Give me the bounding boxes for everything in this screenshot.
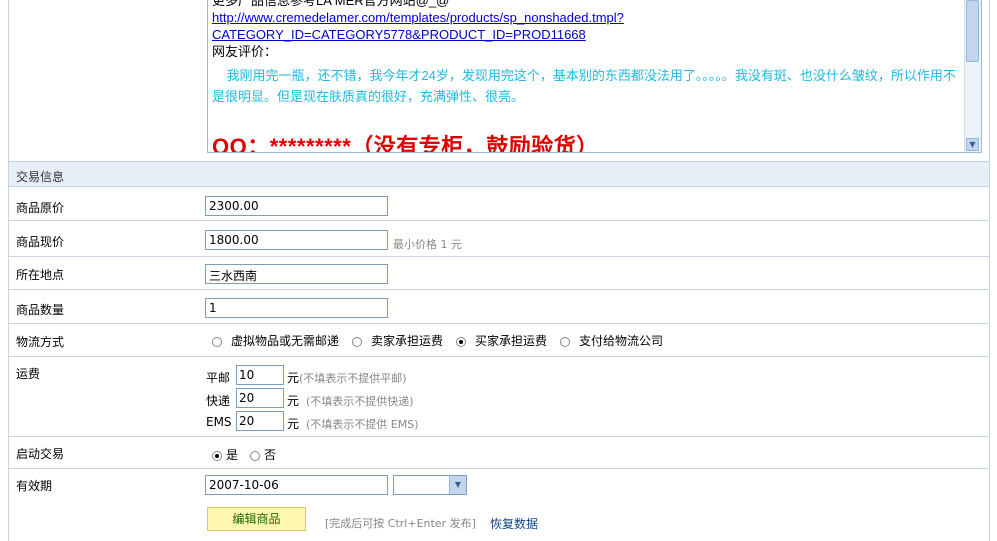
min-price-hint: 最小价格 1 元 bbox=[393, 238, 462, 251]
restore-data-link[interactable]: 恢复数据 bbox=[490, 515, 538, 532]
current-price-label: 商品现价 bbox=[16, 235, 65, 249]
location-input[interactable]: 三水西南 bbox=[205, 264, 388, 284]
description-editor[interactable]: 更多产品信息参考LA MER官方网站@_@ http://www.cremede… bbox=[207, 0, 982, 153]
row-current-price: 商品现价 1800.00 最小价格 1 元 bbox=[9, 221, 989, 257]
radio-icon[interactable] bbox=[212, 336, 222, 347]
radio-icon[interactable] bbox=[352, 336, 362, 347]
row-expiry: 有效期 2007-10-06 ▼ bbox=[9, 469, 989, 505]
editor-scrollbar[interactable]: ▼ bbox=[964, 0, 981, 152]
scroll-down-icon[interactable]: ▼ bbox=[966, 138, 979, 151]
shipping-fee-label: 运费 bbox=[16, 367, 41, 381]
ems-label: EMS bbox=[206, 415, 232, 429]
chevron-down-icon[interactable]: ▼ bbox=[449, 476, 466, 494]
product-link-line2[interactable]: CATEGORY_ID=CATEGORY5778&PRODUCT_ID=PROD… bbox=[212, 27, 586, 42]
expiry-date-input[interactable]: 2007-10-06 bbox=[205, 475, 388, 495]
location-label: 所在地点 bbox=[16, 268, 65, 282]
review-label: 网友评价： bbox=[212, 44, 278, 59]
edit-product-button[interactable]: 编辑商品 bbox=[207, 507, 306, 531]
radio-selected-icon[interactable] bbox=[212, 450, 222, 461]
section-header: 交易信息 bbox=[9, 161, 989, 187]
ems-unit: 元 bbox=[287, 417, 300, 431]
row-location: 所在地点 三水西南 bbox=[9, 257, 989, 290]
normal-mail-hint: (不填表示不提供平邮) bbox=[299, 372, 407, 385]
express-hint: (不填表示不提供快递) bbox=[306, 395, 414, 408]
row-shipping-fee: 运费 平邮 10 元 (不填表示不提供平邮) 快递 20 元 (不填表示不提供快… bbox=[9, 357, 989, 437]
normal-mail-fee-input[interactable]: 10 bbox=[236, 365, 284, 385]
product-link-line1[interactable]: http://www.cremedelamer.com/templates/pr… bbox=[212, 10, 624, 25]
current-price-input[interactable]: 1800.00 bbox=[205, 230, 388, 250]
expiry-select[interactable]: ▼ bbox=[393, 475, 467, 495]
quantity-label: 商品数量 bbox=[16, 303, 65, 317]
express-fee-input[interactable]: 20 bbox=[236, 388, 284, 408]
express-unit: 元 bbox=[287, 394, 300, 408]
row-quantity: 商品数量 1 bbox=[9, 290, 989, 324]
shipping-option-virtual[interactable]: 虚拟物品或无需邮递 bbox=[212, 332, 339, 349]
scrollbar-thumb[interactable] bbox=[966, 0, 979, 62]
shipping-option-seller[interactable]: 卖家承担运费 bbox=[352, 332, 443, 349]
ems-fee-input[interactable]: 20 bbox=[236, 411, 284, 431]
trade-form: 更多产品信息参考LA MER官方网站@_@ http://www.cremede… bbox=[8, 0, 990, 541]
row-start-trade: 启动交易 是 否 bbox=[9, 437, 989, 469]
section-title: 交易信息 bbox=[16, 170, 65, 184]
shipping-method-label: 物流方式 bbox=[16, 335, 65, 349]
start-trade-no[interactable]: 否 bbox=[250, 446, 276, 463]
radio-selected-icon[interactable] bbox=[456, 336, 466, 347]
radio-icon[interactable] bbox=[250, 450, 260, 461]
review-text: 我刚用完一瓶，还不错，我今年才24岁，发现用完这个，基本别的东西都没法用了。。。… bbox=[212, 68, 956, 104]
express-label: 快递 bbox=[206, 394, 231, 408]
quantity-input[interactable]: 1 bbox=[205, 298, 388, 318]
ems-hint: (不填表示不提供 EMS) bbox=[306, 418, 419, 431]
radio-icon[interactable] bbox=[560, 336, 570, 347]
normal-mail-unit: 元 bbox=[287, 371, 300, 385]
qq-text: QQ：*********（没有专柜，鼓励验货） bbox=[212, 134, 599, 153]
publish-hint: [完成后可按 Ctrl+Enter 发布] bbox=[325, 517, 476, 530]
original-price-label: 商品原价 bbox=[16, 201, 65, 215]
start-trade-label: 启动交易 bbox=[16, 447, 65, 461]
editor-content: 更多产品信息参考LA MER官方网站@_@ http://www.cremede… bbox=[212, 0, 957, 153]
start-trade-yes[interactable]: 是 bbox=[212, 446, 238, 463]
shipping-option-logistics[interactable]: 支付给物流公司 bbox=[560, 332, 663, 349]
normal-mail-label: 平邮 bbox=[206, 371, 231, 385]
original-price-input[interactable]: 2300.00 bbox=[205, 196, 388, 216]
editor-top-line: 更多产品信息参考LA MER官方网站@_@ bbox=[212, 0, 450, 8]
expiry-label: 有效期 bbox=[16, 479, 53, 493]
row-shipping-method: 物流方式 虚拟物品或无需邮递 卖家承担运费 买家承担运费 支付给物流公司 bbox=[9, 324, 989, 357]
row-original-price: 商品原价 2300.00 bbox=[9, 187, 989, 221]
editor-row: 更多产品信息参考LA MER官方网站@_@ http://www.cremede… bbox=[9, 0, 989, 160]
shipping-option-buyer[interactable]: 买家承担运费 bbox=[456, 332, 547, 349]
